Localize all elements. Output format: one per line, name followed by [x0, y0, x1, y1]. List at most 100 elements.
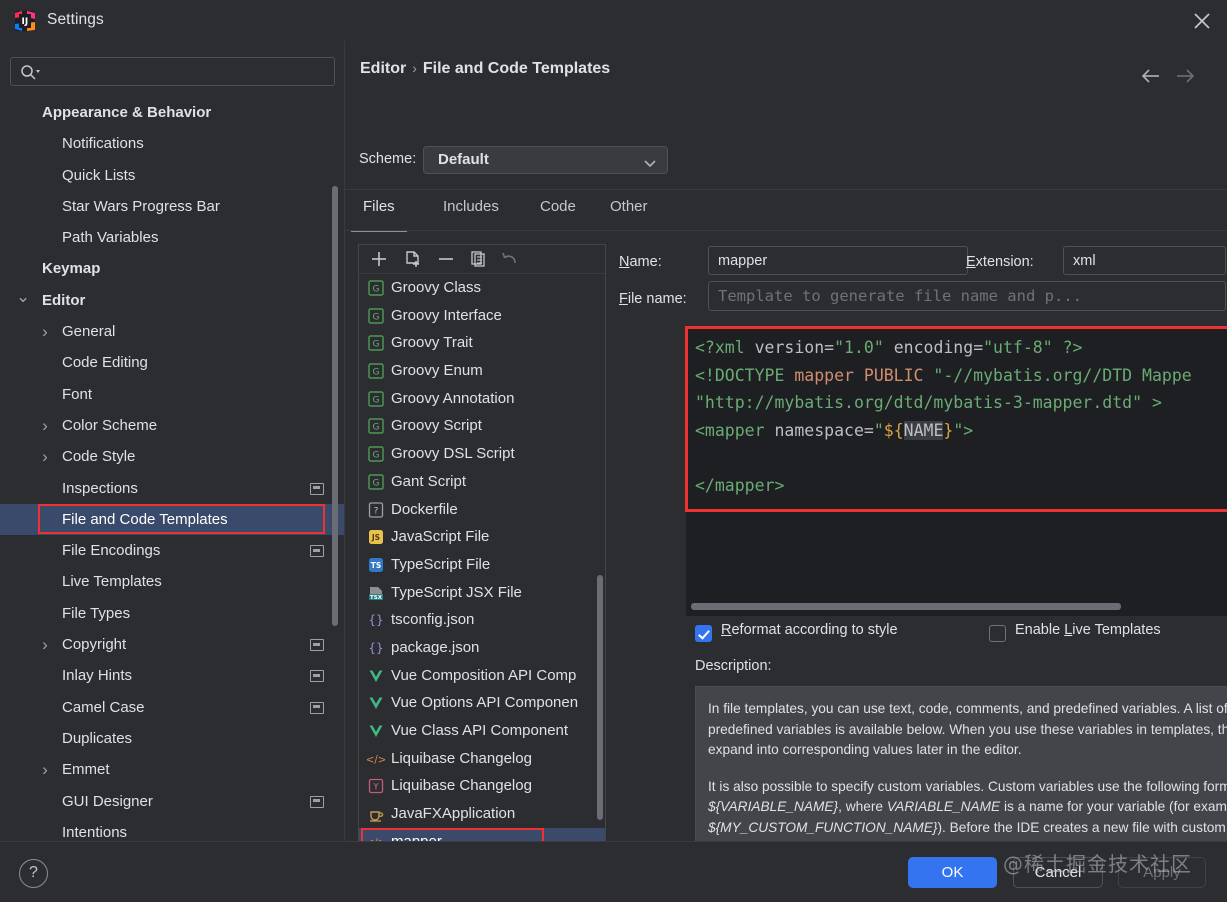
template-list-item[interactable]: G Groovy Script — [359, 412, 605, 440]
sidebar-item-inlay-hints[interactable]: Inlay Hints — [0, 660, 344, 691]
sidebar-item-notifications[interactable]: Notifications — [0, 128, 344, 159]
settings-tree: Appearance & Behavior Notifications Quick … — [0, 97, 344, 841]
editor-horizontal-scrollbar[interactable] — [691, 603, 1121, 610]
tab-includes[interactable]: Includes — [441, 198, 501, 232]
template-list-item[interactable]: G Groovy Enum — [359, 357, 605, 385]
template-list-item[interactable]: TS TypeScript File — [359, 551, 605, 579]
sidebar-item-font[interactable]: Font — [0, 379, 344, 410]
sidebar-item-inspections[interactable]: Inspections — [0, 473, 344, 504]
template-list-item[interactable]: JavaFXApplication — [359, 800, 605, 828]
arrow-right-icon[interactable] — [1170, 63, 1200, 89]
template-list-item-label: Groovy Enum — [391, 362, 483, 380]
help-button[interactable]: ? — [19, 859, 48, 888]
json-icon: {} — [367, 611, 385, 629]
sidebar-item-color-scheme[interactable]: › Color Scheme — [0, 410, 344, 441]
template-list-item[interactable]: JS JavaScript File — [359, 523, 605, 551]
scheme-dropdown[interactable]: Default — [423, 146, 668, 174]
reset-template-button[interactable] — [499, 248, 523, 270]
template-list-item[interactable]: TSX TypeScript JSX File — [359, 579, 605, 607]
template-list-item[interactable]: Vue Options API Componen — [359, 689, 605, 717]
sidebar-item-live-templates[interactable]: Live Templates — [0, 566, 344, 597]
sidebar-item-general[interactable]: › General — [0, 316, 344, 347]
sidebar-item-quick-lists[interactable]: Quick Lists — [0, 160, 344, 191]
live-templates-checkbox[interactable] — [989, 625, 1006, 642]
scheme-label: Scheme: — [359, 151, 417, 167]
svg-text:TSX: TSX — [370, 595, 383, 601]
sidebar-item-appearance-behavior[interactable]: Appearance & Behavior — [0, 97, 344, 128]
sidebar-item-intentions[interactable]: Intentions — [0, 817, 344, 841]
template-list-item[interactable]: Vue Class API Component — [359, 717, 605, 745]
tab-code[interactable]: Code — [538, 198, 578, 232]
sidebar-item-code-editing[interactable]: Code Editing — [0, 347, 344, 378]
template-list-item[interactable]: G Groovy Trait — [359, 329, 605, 357]
code-line: </mapper> — [695, 475, 785, 495]
sidebar-item-star-wars-progress-bar[interactable]: Star Wars Progress Bar — [0, 191, 344, 222]
extension-input[interactable] — [1063, 246, 1226, 275]
sidebar-item-duplicates[interactable]: Duplicates — [0, 723, 344, 754]
reformat-checkbox[interactable] — [695, 625, 712, 642]
yaml-file-icon: Y — [367, 777, 385, 795]
chevron-right-icon[interactable]: › — [38, 754, 52, 785]
sidebar-item-gui-designer[interactable]: GUI Designer — [0, 786, 344, 817]
tab-files[interactable]: Files — [351, 198, 407, 232]
name-input[interactable] — [708, 246, 968, 275]
sidebar-item-file-encodings[interactable]: File Encodings — [0, 535, 344, 566]
template-list-item[interactable]: G Groovy Annotation — [359, 385, 605, 413]
template-list[interactable]: G Groovy Class G Groovy Interface G Groovy Tr… — [359, 274, 605, 854]
project-level-setting-icon — [310, 545, 324, 558]
project-level-setting-icon — [310, 639, 324, 652]
template-list-item[interactable]: ? Dockerfile — [359, 496, 605, 524]
template-list-item[interactable]: {} package.json — [359, 634, 605, 662]
svg-text:JS: JS — [371, 533, 380, 542]
remove-template-button[interactable] — [434, 248, 458, 270]
chevron-down-icon[interactable]: ⌄ — [16, 285, 30, 316]
sidebar-item-camel-case[interactable]: Camel Case — [0, 692, 344, 723]
apply-button[interactable]: Apply — [1118, 857, 1206, 888]
template-list-item[interactable]: Y Liquibase Changelog — [359, 772, 605, 800]
breadcrumb-root[interactable]: Editor — [360, 60, 406, 77]
svg-text:G: G — [373, 395, 380, 405]
chevron-right-icon[interactable]: › — [38, 441, 52, 472]
svg-text:?: ? — [374, 506, 379, 516]
chevron-right-icon[interactable]: › — [38, 629, 52, 660]
sidebar-item-emmet[interactable]: › Emmet — [0, 754, 344, 785]
chevron-right-icon[interactable]: › — [38, 316, 52, 347]
template-list-item[interactable]: {} tsconfig.json — [359, 606, 605, 634]
template-list-item[interactable]: G Gant Script — [359, 468, 605, 496]
search-input[interactable] — [45, 58, 331, 87]
sidebar-item-editor[interactable]: ⌄ Editor — [0, 285, 344, 316]
sidebar-item-code-style[interactable]: › Code Style — [0, 441, 344, 472]
add-template-button[interactable] — [367, 248, 391, 270]
template-list-vertical-scrollbar[interactable] — [597, 575, 603, 820]
scheme-value: Default — [438, 151, 489, 168]
sidebar-item-label: Color Scheme — [62, 416, 158, 434]
template-list-item[interactable]: G Groovy DSL Script — [359, 440, 605, 468]
template-list-item-label: TypeScript File — [391, 555, 491, 573]
sidebar-item-path-variables[interactable]: Path Variables — [0, 222, 344, 253]
filename-input[interactable] — [708, 281, 1226, 311]
search-field[interactable] — [10, 57, 335, 87]
sidebar-item-copyright[interactable]: › Copyright — [0, 629, 344, 660]
template-code-editor[interactable]: <?xml version="1.0" encoding="utf-8" ?> <… — [686, 327, 1227, 511]
chevron-right-icon[interactable]: › — [38, 410, 52, 441]
duplicate-template-button[interactable] — [467, 248, 491, 270]
copy-template-button[interactable] — [401, 248, 425, 270]
template-list-item[interactable]: Vue Composition API Comp — [359, 662, 605, 690]
template-list-item[interactable]: G Groovy Class — [359, 274, 605, 302]
ok-button[interactable]: OK — [908, 857, 997, 888]
sidebar-scrollbar[interactable] — [332, 186, 338, 626]
java-cup-icon — [367, 805, 385, 823]
live-templates-checkbox-label: Enable Live Templates — [1015, 622, 1161, 638]
template-list-item[interactable]: </> Liquibase Changelog — [359, 745, 605, 773]
vue-icon — [367, 722, 385, 740]
sidebar-item-keymap[interactable]: Keymap — [0, 253, 344, 284]
cancel-button[interactable]: Cancel — [1013, 857, 1103, 888]
arrow-left-icon[interactable] — [1136, 63, 1166, 89]
tab-other[interactable]: Other — [608, 198, 650, 232]
close-icon[interactable] — [1189, 8, 1215, 34]
breadcrumb-separator: › — [412, 60, 417, 76]
sidebar-item-file-types[interactable]: File Types — [0, 598, 344, 629]
xml-file-icon: </> — [365, 750, 386, 768]
sidebar-item-file-and-code-templates[interactable]: File and Code Templates — [0, 503, 344, 536]
template-list-item[interactable]: G Groovy Interface — [359, 302, 605, 330]
